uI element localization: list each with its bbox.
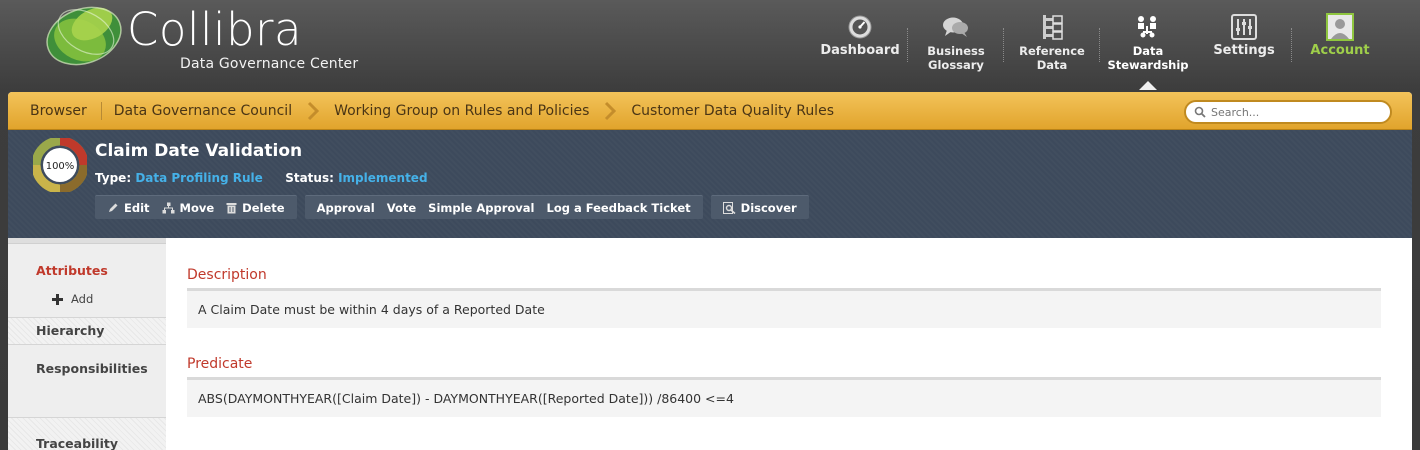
pencil-icon xyxy=(109,203,118,212)
breadcrumb-item[interactable]: Data Governance Council xyxy=(104,92,302,129)
chevron-right-icon xyxy=(603,92,617,130)
breadcrumb: Browser Data Governance Council Working … xyxy=(8,92,1412,130)
asset-actions: Edit Move Delete Approval Vote Simple Ap… xyxy=(95,195,809,219)
approval-button[interactable]: Approval xyxy=(311,201,381,215)
main-nav: Dashboard Business Glossary Reference Da… xyxy=(812,8,1388,90)
workflow-action-group: Approval Vote Simple Approval Log a Feed… xyxy=(304,195,703,219)
delete-button[interactable]: Delete xyxy=(220,201,290,215)
status-value-link[interactable]: Implemented xyxy=(338,171,427,185)
move-label: Move xyxy=(179,200,215,215)
top-bar: Collibra Data Governance Center Dashboar… xyxy=(0,0,1420,92)
brand-name: Collibra xyxy=(127,3,303,56)
edit-button[interactable]: Edit xyxy=(101,201,156,215)
vote-button[interactable]: Vote xyxy=(381,201,422,215)
sidebar-item-hierarchy[interactable]: Hierarchy xyxy=(8,317,166,345)
delete-label: Delete xyxy=(242,200,285,215)
breadcrumb-item[interactable]: Working Group on Rules and Policies xyxy=(324,92,599,129)
edit-action-group: Edit Move Delete xyxy=(95,195,297,219)
breadcrumb-item[interactable]: Customer Data Quality Rules xyxy=(621,92,844,129)
search-input[interactable] xyxy=(1211,105,1381,119)
search-box[interactable] xyxy=(1184,100,1392,124)
tree-structure-icon xyxy=(1038,13,1066,41)
asset-meta: Type: Data Profiling Rule Status: Implem… xyxy=(95,171,428,185)
user-avatar-icon xyxy=(1326,13,1354,41)
nav-reference-data[interactable]: Reference Data xyxy=(1004,8,1100,82)
asset-title: Claim Date Validation xyxy=(95,141,303,161)
completeness-value: 100% xyxy=(46,161,75,172)
nav-reference-data-label: Reference Data xyxy=(1019,44,1085,72)
attributes-content: Description A Claim Date must be within … xyxy=(166,238,1412,450)
speech-bubbles-icon xyxy=(942,13,970,41)
log-feedback-ticket-button[interactable]: Log a Feedback Ticket xyxy=(541,201,697,215)
edit-label: Edit xyxy=(124,200,150,215)
type-label: Type: xyxy=(95,171,132,185)
add-label: Add xyxy=(71,292,94,306)
sidebar-item-responsibilities[interactable]: Responsibilities xyxy=(8,345,166,417)
add-attribute-button[interactable]: Add xyxy=(8,289,166,317)
main-panel: Browser Data Governance Council Working … xyxy=(8,92,1412,450)
predicate-field[interactable]: ABS(DAYMONTHYEAR([Claim Date]) - DAYMONT… xyxy=(187,377,1381,417)
nav-data-stewardship[interactable]: Data Stewardship xyxy=(1100,8,1196,90)
nav-business-glossary-label: Business Glossary xyxy=(927,44,985,72)
brand-subtitle: Data Governance Center xyxy=(180,56,359,72)
discover-label: Discover xyxy=(740,200,797,215)
nav-account[interactable]: Account xyxy=(1292,8,1388,82)
status-label: Status: xyxy=(285,171,334,185)
nav-data-stewardship-label: Data Stewardship xyxy=(1107,44,1189,72)
chevron-right-icon xyxy=(306,92,320,130)
trash-icon xyxy=(226,202,237,213)
gauge-icon xyxy=(846,13,874,41)
discover-button[interactable]: Discover xyxy=(717,201,803,215)
plus-icon xyxy=(52,293,63,305)
predicate-title: Predicate xyxy=(187,356,253,372)
nav-dashboard-label: Dashboard xyxy=(820,43,900,58)
simple-approval-button[interactable]: Simple Approval xyxy=(422,201,540,215)
asset-header: 100% Claim Date Validation Type: Data Pr… xyxy=(8,130,1412,238)
sidebar-item-traceability[interactable]: Traceability xyxy=(8,417,166,450)
discover-action-group: Discover xyxy=(710,195,809,219)
description-field[interactable]: A Claim Date must be within 4 days of a … xyxy=(187,288,1381,328)
nav-account-label: Account xyxy=(1310,43,1370,58)
nav-dashboard[interactable]: Dashboard xyxy=(812,8,908,82)
breadcrumb-divider xyxy=(100,101,102,120)
move-button[interactable]: Move xyxy=(156,201,221,215)
description-title: Description xyxy=(187,267,267,283)
org-chart-icon xyxy=(1134,13,1162,41)
sidebar-item-attributes[interactable]: Attributes xyxy=(8,244,166,289)
search-icon xyxy=(1194,103,1206,122)
nav-settings[interactable]: Settings xyxy=(1196,8,1292,82)
nav-settings-label: Settings xyxy=(1213,43,1275,58)
type-value-link[interactable]: Data Profiling Rule xyxy=(135,171,263,185)
discover-icon xyxy=(722,201,736,214)
collibra-logo-icon[interactable] xyxy=(42,2,132,66)
nav-business-glossary[interactable]: Business Glossary xyxy=(908,8,1004,82)
sliders-icon xyxy=(1230,13,1258,41)
breadcrumb-root[interactable]: Browser xyxy=(8,92,101,129)
completeness-donut: 100% xyxy=(33,138,87,192)
move-icon xyxy=(162,202,175,213)
sidebar: Attributes Add Hierarchy Responsibilitie… xyxy=(8,238,166,450)
active-nav-caret xyxy=(1139,81,1157,90)
